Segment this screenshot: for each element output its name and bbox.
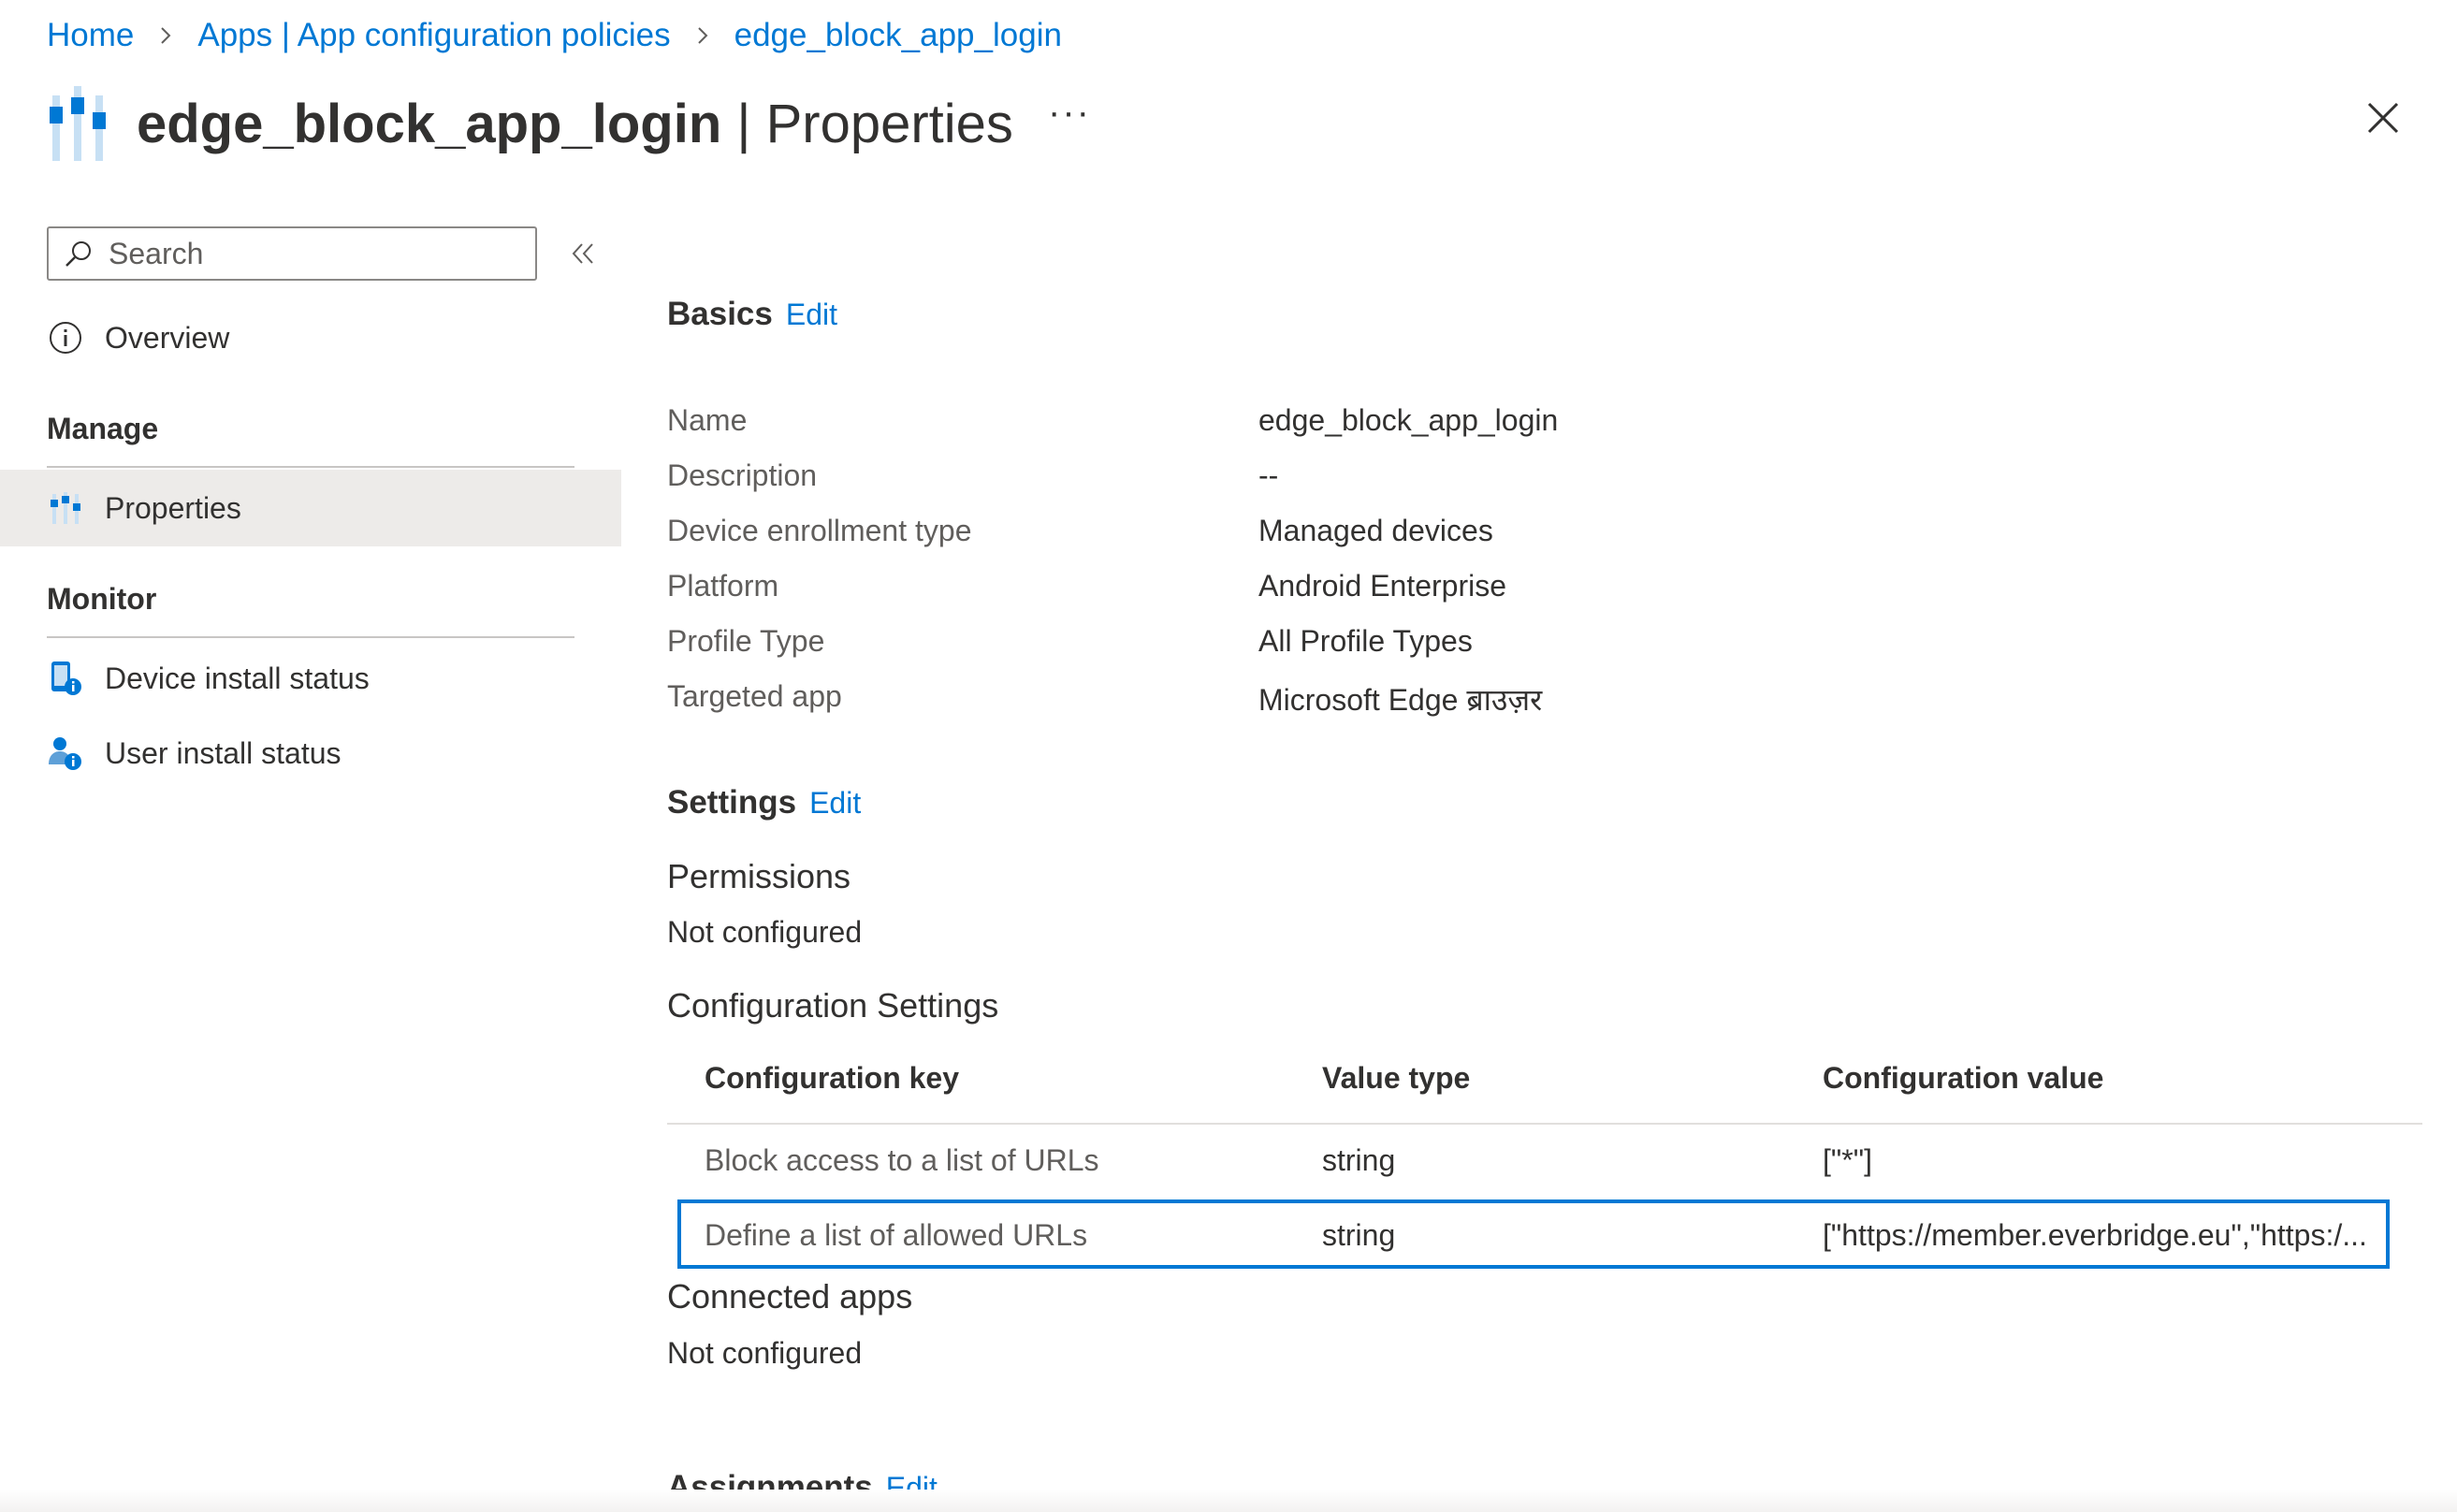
sidebar-item-label: Overview: [105, 320, 230, 355]
properties-page: Home Apps | App configuration policies e…: [0, 0, 2457, 1512]
device-info-icon: [47, 660, 84, 697]
nav-section-monitor: Monitor: [47, 582, 157, 616]
permissions-heading: Permissions: [667, 857, 851, 895]
prop-label: Profile Type: [667, 624, 825, 658]
prop-value: Android Enterprise: [1258, 569, 1507, 603]
settings-edit-link[interactable]: Edit: [809, 786, 861, 820]
page-title-name: edge_block_app_login: [137, 93, 722, 154]
permissions-value: Not configured: [667, 915, 863, 949]
sidebar-item-overview[interactable]: Overview: [0, 299, 621, 376]
column-header-value-type[interactable]: Value type: [1322, 1061, 1470, 1096]
cell-config-key: Block access to a list of URLs: [705, 1143, 1099, 1177]
search-field[interactable]: [47, 226, 537, 281]
table-row-selected[interactable]: Define a list of allowed URLs string ["h…: [677, 1199, 2390, 1269]
search-icon: [65, 241, 91, 267]
breadcrumb-home[interactable]: Home: [47, 17, 134, 54]
nav-section-manage: Manage: [47, 412, 159, 445]
table-row[interactable]: Block access to a list of URLs string ["…: [667, 1125, 2422, 1194]
sidebar-item-user-install-status[interactable]: User install status: [0, 715, 621, 792]
prop-label: Device enrollment type: [667, 514, 972, 547]
sidebar-item-device-install-status[interactable]: Device install status: [0, 640, 621, 717]
collapse-double-chevron-icon[interactable]: [569, 240, 597, 268]
info-circle-icon: [47, 319, 84, 356]
sidebar-item-label: Device install status: [105, 661, 370, 695]
divider: [47, 636, 574, 638]
prop-label: Description: [667, 458, 818, 492]
connected-apps-value: Not configured: [667, 1336, 863, 1370]
sidebar-item-properties[interactable]: Properties: [0, 470, 621, 546]
prop-label: Name: [667, 403, 748, 437]
prop-value: Managed devices: [1258, 514, 1493, 547]
prop-value: edge_block_app_login: [1258, 403, 1559, 437]
basics-edit-link[interactable]: Edit: [786, 298, 837, 331]
prop-label: Platform: [667, 569, 779, 603]
page-title-suffix: | Properties: [736, 93, 1013, 154]
column-header-config-value[interactable]: Configuration value: [1823, 1061, 2103, 1096]
more-options-button[interactable]: ···: [1048, 92, 1091, 134]
search-input[interactable]: [107, 235, 503, 272]
connected-apps-heading: Connected apps: [667, 1277, 913, 1316]
settings-title: Settings: [667, 784, 797, 821]
chevron-right-icon: [161, 27, 171, 44]
prop-label: Targeted app: [667, 679, 842, 713]
sidebar-item-label: Properties: [105, 490, 241, 525]
breadcrumb: Home Apps | App configuration policies e…: [47, 17, 1062, 54]
breadcrumb-apps-config-policies[interactable]: Apps | App configuration policies: [197, 17, 670, 54]
prop-value: All Profile Types: [1258, 624, 1473, 658]
basics-title: Basics: [667, 296, 773, 332]
divider: [47, 466, 574, 468]
sidebar-item-label: User install status: [105, 735, 342, 770]
cell-value-type: string: [1322, 1143, 1396, 1177]
cell-config-value: ["https://member.everbridge.eu","https:/…: [1823, 1218, 2367, 1252]
properties-sliders-icon: [47, 489, 84, 527]
basics-heading: Basics Edit: [667, 296, 837, 333]
settings-heading: Settings Edit: [667, 784, 861, 821]
user-info-icon: [47, 734, 84, 772]
config-table-header: Configuration key Value type Configurati…: [667, 1057, 2422, 1125]
properties-sliders-icon: [50, 86, 106, 161]
prop-value: --: [1258, 458, 1279, 492]
breadcrumb-policy[interactable]: edge_block_app_login: [734, 17, 1062, 54]
cell-config-value: ["*"]: [1823, 1143, 1872, 1177]
configuration-settings-heading: Configuration Settings: [667, 986, 999, 1025]
prop-value: Microsoft Edge ब्राउज़र: [1258, 683, 1543, 717]
cell-config-key: Define a list of allowed URLs: [705, 1218, 1088, 1252]
page-header: edge_block_app_login | Properties: [47, 79, 1013, 168]
close-icon[interactable]: [2364, 99, 2402, 137]
bottom-scroll-fade: [0, 1490, 2457, 1512]
cell-value-type: string: [1322, 1218, 1396, 1252]
chevron-right-icon: [697, 27, 708, 44]
page-title: edge_block_app_login | Properties: [137, 93, 1013, 155]
column-header-key[interactable]: Configuration key: [705, 1061, 959, 1096]
